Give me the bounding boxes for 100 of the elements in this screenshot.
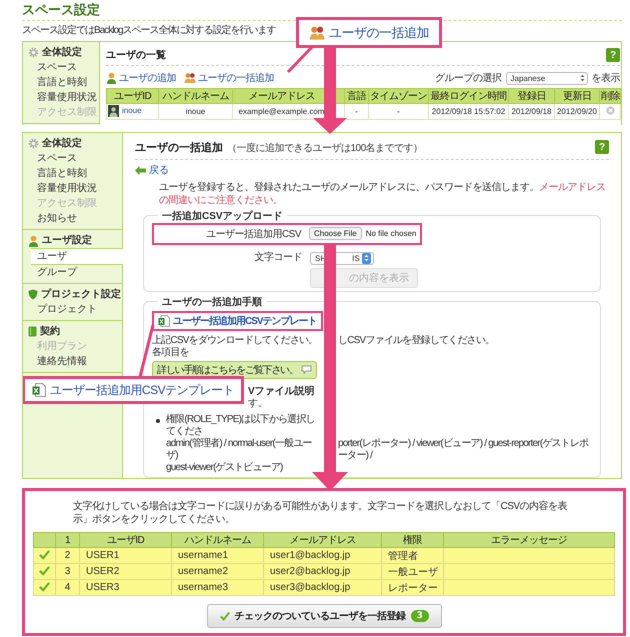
callout-text: ユーザの一括追加	[329, 24, 429, 42]
speech-bubble-icon	[300, 365, 312, 374]
table-cell: USER2	[86, 566, 120, 577]
people-icon	[309, 24, 325, 40]
sidebar-item[interactable]: お知らせ	[23, 211, 122, 226]
sidebar-heading-text: 契約	[40, 324, 60, 339]
text-fragment: 上記CSVをダウンロードしてください。各項目を	[152, 334, 318, 358]
sidebar-heading-text: ユーザ設定	[42, 233, 92, 248]
table-cell: 4	[64, 582, 70, 593]
section-note: （一度に追加できるユーザは100名までです）	[227, 143, 423, 154]
spreadsheet-file-icon	[158, 314, 170, 326]
person-icon	[106, 72, 117, 84]
spreadsheet-file-icon	[32, 382, 46, 396]
field-label: ユーザー括追加用CSV	[206, 228, 301, 240]
check-icon	[39, 548, 50, 560]
details-button[interactable]: 詳しい手順はこちらをご覧下さい。	[152, 360, 317, 378]
column-header: ユーザID	[106, 88, 158, 104]
sidebar-heading-text: 全体設定	[42, 45, 82, 60]
sidebar-item[interactable]: 容量使用状況	[23, 181, 122, 196]
table-cell: -	[355, 107, 358, 116]
dropdown-caret-icon	[362, 252, 371, 264]
table-cell: user3@backlog.jp	[270, 582, 350, 593]
intro-text: ユーザを登録すると、登録されたユーザのメールアドレスに、パスワードを送信します。メールアドレスの間違いにご注意ください。	[158, 180, 606, 206]
sidebar-heading-text: 全体設定	[42, 136, 82, 151]
action-link[interactable]: ユーザの追加	[106, 71, 176, 85]
table-cell: USER3	[86, 582, 120, 593]
column-header: 最終ログイン時間	[428, 88, 508, 104]
column-header: メールアドレス	[264, 532, 382, 548]
people-icon	[184, 72, 196, 84]
column-header: ユーザID	[80, 532, 172, 548]
sidebar-item[interactable]: 連絡先情報	[23, 354, 122, 369]
sidebar-item[interactable]: プロジェクト	[23, 302, 122, 317]
filter-label: グループの選択	[435, 72, 502, 85]
count-badge: 3	[410, 610, 428, 622]
sidebar-item[interactable]: スペース	[23, 60, 99, 75]
choose-file-button[interactable]: Choose File	[309, 227, 362, 240]
dropdown-caret-icon	[580, 74, 584, 82]
preview-note: 文字化けしている場合は文字コードに誤りがある可能性があります。文字コードを選択しなおして「CSVの内容を表示」ボタンをクリックしてください。	[73, 500, 568, 526]
table-cell: user1@backlog.jp	[270, 550, 350, 561]
column-header: エラーメッセージ	[444, 532, 614, 548]
check-icon	[220, 611, 230, 621]
sidebar-item[interactable]: 言語と時刻	[23, 166, 122, 181]
column-header: 1	[56, 532, 80, 548]
bullet-icon	[156, 418, 160, 422]
text-fragment: しCSVファイルを登録してください。	[338, 334, 496, 348]
panel-legend: ユーザの一括追加手順	[158, 294, 266, 308]
settings-icon	[28, 47, 39, 58]
table-cell: example@example.com	[238, 107, 324, 116]
back-arrow-icon	[135, 166, 146, 174]
spec-heading: Vファイル説明	[248, 386, 315, 396]
table-cell: USER1	[86, 550, 120, 561]
page-description: スペース設定ではBacklogスペース全体に対する設定を行います	[22, 24, 276, 37]
spec-note: す。	[248, 398, 268, 408]
callout-text: ユーザー括追加用CSVテンプレート	[50, 384, 234, 396]
text-fragment: porter(レポーター) / viewer(ビューア) / guest-reporter(ゲストレポーター) /	[338, 438, 590, 462]
section-title: ユーザの一覧	[106, 48, 166, 62]
table-cell: 2012/09/18 15:57:02	[432, 107, 506, 116]
table-cell: レポーター	[388, 582, 438, 594]
person-icon	[28, 234, 39, 246]
sidebar-item[interactable]: スペース	[23, 151, 122, 166]
table-cell: -	[397, 107, 400, 116]
panel-legend: 一括追加CSVアップロード	[158, 208, 287, 222]
text-fragment: guest-viewer(ゲストビューア)	[166, 462, 284, 474]
settings-icon	[28, 138, 39, 149]
table-cell: user2@backlog.jp	[270, 566, 350, 577]
avatar-icon	[108, 104, 119, 116]
sidebar-item[interactable]: 容量使用状況	[23, 90, 99, 105]
sidebar-item[interactable]: 言語と時刻	[23, 75, 99, 90]
table-cell: username2	[178, 566, 228, 577]
delete-icon[interactable]	[606, 106, 614, 115]
bulk-register-button[interactable]: チェックのついているユーザを一括登録 3	[206, 604, 442, 628]
table-cell: username1	[178, 550, 228, 561]
table-cell: username3	[178, 582, 228, 593]
table-cell: 管理者	[388, 550, 418, 562]
column-header: タイムゾーン	[368, 88, 428, 104]
sidebar-item[interactable]: ユーザ	[31, 248, 123, 265]
column-header: 登録日	[508, 88, 554, 104]
file-status: No file chosen	[366, 229, 416, 238]
table-cell: 2012/09/18	[511, 107, 552, 116]
group-select[interactable]: Japanese	[506, 72, 588, 84]
table-cell: 2012/09/20	[556, 107, 598, 116]
table-cell: inoue	[186, 107, 206, 116]
check-icon	[39, 580, 50, 592]
sidebar-item[interactable]: グループ	[23, 265, 122, 280]
column-header: 更新日	[554, 88, 600, 104]
action-link[interactable]: ユーザの一括追加	[184, 71, 274, 85]
column-header: 権限	[382, 532, 444, 548]
column-header: ハンドルネーム	[172, 532, 264, 548]
back-link[interactable]: 戻る	[135, 163, 169, 177]
text-fragment: admin(管理者) / normal-user(一般ユーザ)	[166, 438, 313, 462]
field-label: 文字コード	[254, 250, 302, 264]
table-cell: 3	[64, 566, 70, 577]
table-cell: 2	[64, 550, 70, 561]
shield-icon	[28, 289, 38, 300]
template-link[interactable]: ユーザー括追加用CSVテンプレート	[152, 310, 323, 330]
filter-suffix: を表示	[592, 72, 620, 85]
check-icon	[39, 564, 50, 576]
column-header: 削除	[600, 88, 620, 104]
section-title: ユーザの一括追加	[135, 142, 223, 154]
book-icon	[28, 326, 37, 337]
